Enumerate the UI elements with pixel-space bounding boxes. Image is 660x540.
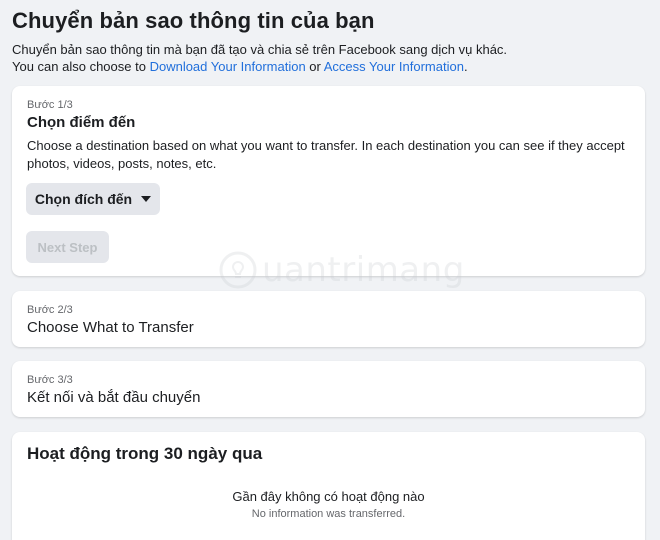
- next-step-button[interactable]: Next Step: [26, 231, 109, 263]
- description-line-2: You can also choose to Download Your Inf…: [12, 58, 507, 75]
- step-1-label: Bước 1/3: [27, 99, 73, 111]
- description-line-1: Chuyển bản sao thông tin mà bạn đã tạo v…: [12, 42, 508, 57]
- period-text: .: [463, 59, 468, 74]
- step-3-card[interactable]: Bước 3/3 Kết nối và bắt đầu chuyển: [12, 361, 645, 417]
- empty-activity-message: Gần đây không có hoạt động nào: [232, 489, 425, 504]
- or-text: or: [305, 59, 324, 74]
- page-description: Chuyển bản sao thông tin mà bạn đã tạo v…: [12, 41, 507, 75]
- step-1-title: Chọn điểm đến: [27, 114, 136, 131]
- step-1-card: Bước 1/3 Chọn điểm đến Choose a destinat…: [12, 86, 645, 276]
- description-prefix: You can also choose to: [12, 59, 150, 74]
- step-3-title: Kết nối và bắt đầu chuyển: [27, 389, 201, 406]
- step-2-label: Bước 2/3: [27, 304, 73, 316]
- step-2-card[interactable]: Bước 2/3 Choose What to Transfer: [12, 291, 645, 347]
- page-title: Chuyển bản sao thông tin của bạn: [12, 8, 375, 33]
- choose-destination-label: Chọn đích đến: [34, 191, 133, 207]
- caret-down-icon: [141, 196, 152, 202]
- step-3-label: Bước 3/3: [27, 374, 73, 386]
- step-2-title: Choose What to Transfer: [27, 319, 194, 336]
- recent-activity-card: Hoạt động trong 30 ngày qua Gần đây khôn…: [12, 432, 645, 540]
- choose-destination-dropdown[interactable]: Chọn đích đến: [26, 183, 160, 215]
- activity-title: Hoạt động trong 30 ngày qua: [27, 444, 263, 463]
- transfer-page: Chuyển bản sao thông tin của bạn Chuyển …: [0, 0, 660, 540]
- step-1-description: Choose a destination based on what you w…: [27, 138, 625, 171]
- empty-activity-subtext: No information was transferred.: [251, 508, 406, 520]
- access-your-information-link[interactable]: Access Your Information: [324, 59, 464, 74]
- download-your-information-link[interactable]: Download Your Information: [150, 59, 306, 74]
